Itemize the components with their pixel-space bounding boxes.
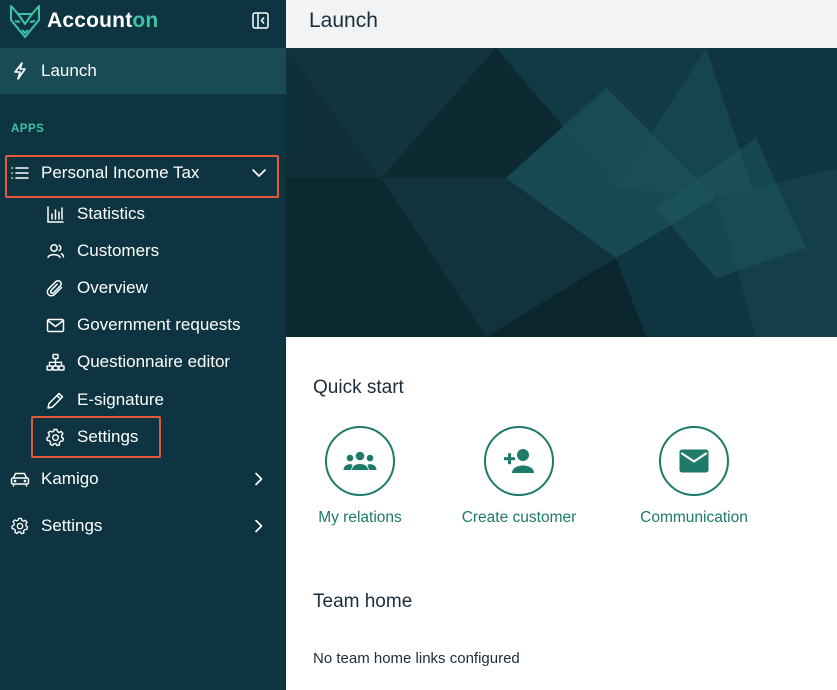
add-user-icon bbox=[504, 449, 534, 473]
quick-start-create-customer[interactable]: Create customer bbox=[449, 426, 589, 526]
sidebar-subitem-label: Overview bbox=[77, 278, 148, 297]
sidebar-item-label: Settings bbox=[41, 516, 103, 535]
chevron-right-icon bbox=[255, 472, 263, 486]
brand-name-main: Account bbox=[47, 9, 133, 32]
paperclip-icon bbox=[46, 279, 63, 297]
gear-icon bbox=[11, 517, 29, 535]
sidebar-subitem-label: Government requests bbox=[77, 315, 241, 334]
sidebar-subitem-overview[interactable]: Overview bbox=[0, 271, 286, 305]
sidebar-item-label: Kamigo bbox=[41, 469, 99, 488]
create-customer-button[interactable] bbox=[484, 426, 554, 496]
create-customer-label: Create customer bbox=[461, 509, 577, 526]
brand-name: Accounton bbox=[47, 9, 158, 33]
chevron-right-icon bbox=[255, 519, 263, 533]
collapse-sidebar-icon[interactable] bbox=[252, 12, 269, 29]
sidebar-subitem-e-signature[interactable]: E-signature bbox=[0, 383, 286, 417]
communication-button[interactable] bbox=[659, 426, 729, 496]
sidebar-subitem-label: Statistics bbox=[77, 204, 146, 223]
hero-banner bbox=[286, 48, 837, 337]
team-home-empty-text: No team home links configured bbox=[313, 650, 520, 667]
sidebar-subitem-customers[interactable]: Customers bbox=[0, 234, 286, 268]
main-content: Launch Quick start My relations Create c… bbox=[286, 0, 837, 690]
sidebar-item-settings[interactable]: Settings bbox=[0, 508, 286, 544]
quick-start-communication[interactable]: Communication bbox=[624, 426, 764, 526]
pen-icon bbox=[47, 392, 64, 409]
car-icon bbox=[10, 472, 30, 487]
group-icon bbox=[343, 451, 377, 470]
users-icon bbox=[47, 244, 65, 259]
highlight-box-personal-income-tax bbox=[5, 155, 279, 198]
apps-heading: APPS bbox=[11, 123, 45, 135]
communication-label: Communication bbox=[640, 509, 748, 526]
my-relations-button[interactable] bbox=[325, 426, 395, 496]
sidebar-subitem-label: Customers bbox=[77, 241, 160, 260]
hero-pattern bbox=[286, 48, 837, 337]
quick-start-heading: Quick start bbox=[313, 377, 404, 398]
sidebar-item-kamigo[interactable]: Kamigo bbox=[0, 461, 286, 497]
my-relations-label: My relations bbox=[318, 509, 402, 526]
sidebar-item-launch[interactable]: Launch bbox=[0, 48, 286, 94]
sidebar: Accounton Launch APPS Personal Income Ta… bbox=[0, 0, 286, 690]
sidebar-subitem-label: Questionnaire editor bbox=[77, 352, 231, 371]
brand-name-accent: on bbox=[132, 9, 159, 32]
sidebar-subitem-label: E-signature bbox=[77, 390, 164, 409]
lightning-icon bbox=[14, 62, 26, 80]
page-title: Launch bbox=[309, 9, 378, 32]
mail-icon bbox=[46, 318, 65, 333]
page-header: Launch bbox=[286, 0, 837, 48]
sitemap-icon bbox=[46, 353, 65, 371]
bar-chart-icon bbox=[47, 206, 64, 223]
sidebar-subitem-government-requests[interactable]: Government requests bbox=[0, 308, 286, 342]
sidebar-subitem-questionnaire-editor[interactable]: Questionnaire editor bbox=[0, 345, 286, 379]
envelope-icon bbox=[679, 449, 709, 473]
sidebar-subitem-statistics[interactable]: Statistics bbox=[0, 197, 286, 231]
sidebar-item-label: Launch bbox=[41, 61, 97, 80]
quick-start-my-relations[interactable]: My relations bbox=[290, 426, 430, 526]
highlight-box-settings bbox=[31, 416, 161, 458]
team-home-heading: Team home bbox=[313, 591, 413, 612]
logo-row: Accounton bbox=[0, 0, 286, 46]
fox-logo-icon bbox=[10, 5, 40, 38]
